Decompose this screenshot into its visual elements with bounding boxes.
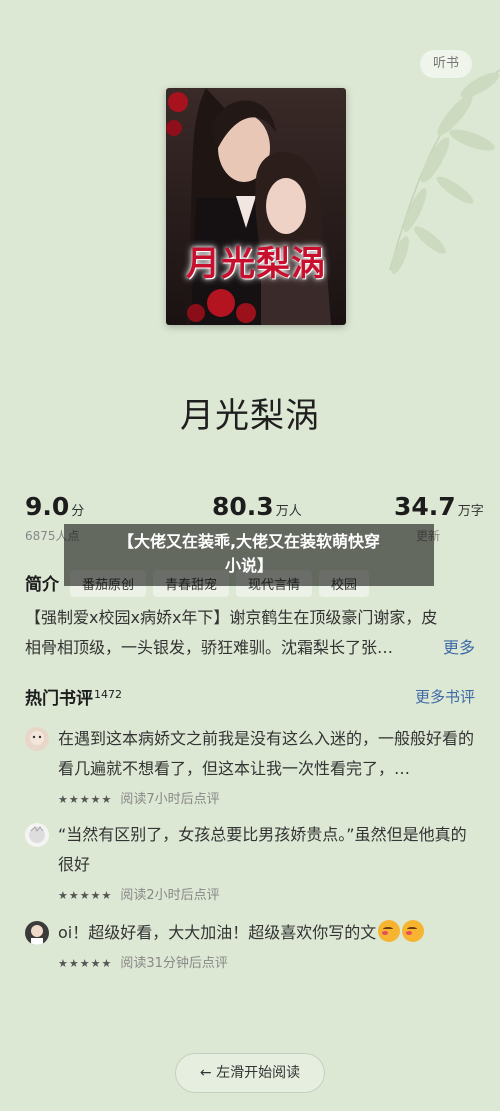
review-text: oi！超级好看，大大加油！超级喜欢你写的文 xyxy=(58,918,477,948)
start-reading-button[interactable]: ← 左滑开始阅读 xyxy=(175,1053,325,1093)
review-time: 阅读7小时后点评 xyxy=(120,792,220,807)
review-item[interactable]: 在遇到这本病娇文之前我是没有这么入迷的，一般般好看的看几遍就不想看了，但这本让我… xyxy=(25,724,477,807)
listen-button[interactable]: 听书 xyxy=(420,50,472,78)
hot-reviews-heading: 热门书评1472 xyxy=(25,684,122,709)
synopsis-line: 相骨相顶级，一头银发，骄狂难驯。沈霜梨长了张… xyxy=(25,638,394,657)
reviewer-avatar[interactable] xyxy=(25,727,49,751)
readers-value: 80.3 xyxy=(212,492,274,521)
hot-reviews-title: 热门书评 xyxy=(25,689,93,709)
intro-heading: 简介 xyxy=(25,575,59,595)
leaf-decoration xyxy=(389,69,500,274)
rating-unit: 分 xyxy=(71,504,85,519)
review-time: 阅读31分钟后点评 xyxy=(120,956,228,971)
star-rating-icon: ★★★★★ xyxy=(58,793,113,806)
book-cover[interactable]: 月光梨涡 xyxy=(166,88,346,325)
reviewer-avatar[interactable] xyxy=(25,823,49,847)
review-meta: ★★★★★ 阅读7小时后点评 xyxy=(58,788,477,807)
reviewer-avatar[interactable] xyxy=(25,921,49,945)
cover-illustration xyxy=(166,88,346,325)
words-value: 34.7 xyxy=(394,492,456,521)
kiss-emoji-icon xyxy=(378,920,401,942)
review-meta: ★★★★★ 阅读2小时后点评 xyxy=(58,884,477,903)
cover-title-art: 月光梨涡 xyxy=(186,244,326,284)
overlay-line: 小说】 xyxy=(224,556,273,575)
overlay-line: 【大佬又在装乖,大佬又在装软萌快穿 xyxy=(117,532,381,551)
rating-value: 9.0 xyxy=(25,492,70,521)
readers-stat: 80.3 万人 xyxy=(212,492,302,527)
more-reviews-link[interactable]: 更多书评 xyxy=(415,686,475,707)
review-count: 1472 xyxy=(94,688,122,701)
review-text: “当然有区别了，女孩总要比男孩娇贵点。”虽然但是他真的很好 xyxy=(58,825,467,874)
review-text: 在遇到这本病娇文之前我是没有这么入迷的，一般般好看的看几遍就不想看了，但这本让我… xyxy=(58,729,475,778)
book-title: 月光梨涡 xyxy=(180,396,320,436)
readers-unit: 万人 xyxy=(275,504,302,519)
words-unit: 万字 xyxy=(457,504,484,519)
review-text-content: oi！超级好看，大大加油！超级喜欢你写的文 xyxy=(58,923,377,942)
kiss-emoji-icon xyxy=(402,920,425,942)
review-time: 阅读2小时后点评 xyxy=(120,888,220,903)
synopsis-line: 【强制爱x校园x病娇x年下】谢京鹤生在顶级豪门谢家，皮 xyxy=(25,608,438,627)
book-synopsis[interactable]: 【强制爱x校园x病娇x年下】谢京鹤生在顶级豪门谢家，皮 相骨相顶级，一头银发，骄… xyxy=(25,603,477,663)
review-meta: ★★★★★ 阅读31分钟后点评 xyxy=(58,952,477,971)
synopsis-more-link[interactable]: 更多 xyxy=(443,633,475,663)
star-rating-icon: ★★★★★ xyxy=(58,889,113,902)
star-rating-icon: ★★★★★ xyxy=(58,957,113,970)
review-item[interactable]: “当然有区别了，女孩总要比男孩娇贵点。”虽然但是他真的很好 ★★★★★ 阅读2小时… xyxy=(25,820,477,903)
review-item[interactable]: oi！超级好看，大大加油！超级喜欢你写的文 ★★★★★ 阅读31分钟后点评 xyxy=(25,918,477,971)
title-overlay-banner: 【大佬又在装乖,大佬又在装软萌快穿 小说】 xyxy=(64,524,434,586)
